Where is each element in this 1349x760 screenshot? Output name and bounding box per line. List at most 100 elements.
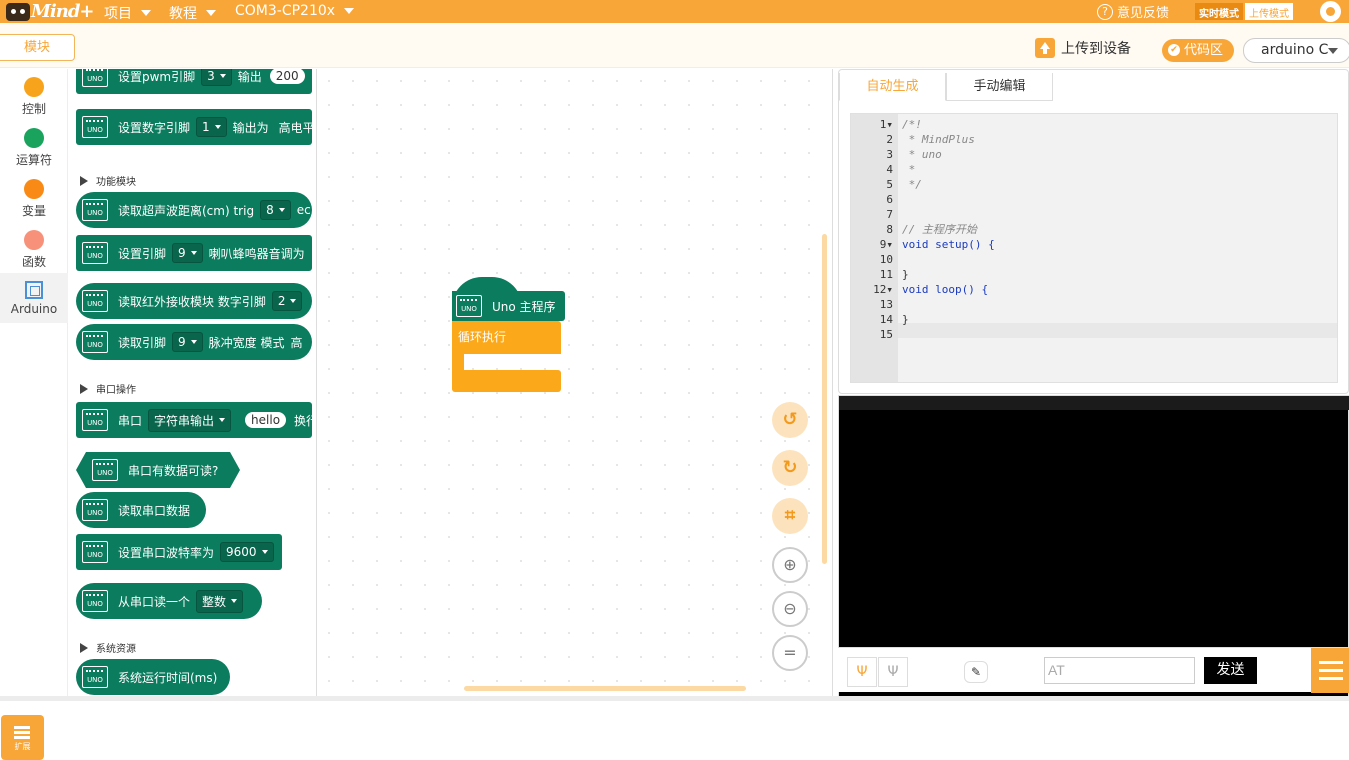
menu-list-icon[interactable] — [1311, 648, 1349, 693]
pin-value: 3 — [207, 69, 215, 83]
pin-dropdown[interactable]: 3 — [201, 69, 232, 86]
section-label: 功能模块 — [96, 177, 136, 188]
block-label: 设置pwm引脚 — [118, 69, 196, 84]
block-set-baud[interactable]: UNO 设置串口波特率为 9600 — [76, 534, 282, 570]
type-dropdown[interactable]: 整数 — [196, 589, 244, 613]
feedback-link[interactable]: ? 意见反馈 — [1097, 2, 1169, 21]
mode-value[interactable]: 高 — [290, 334, 302, 351]
category-variables[interactable]: 变量 — [0, 171, 68, 221]
block-buzzer[interactable]: UNO 设置引脚 9 喇叭蜂鸣器音调为 — [76, 235, 312, 271]
pin-dropdown[interactable]: 9 — [172, 332, 203, 352]
value-input[interactable]: hello — [245, 412, 287, 428]
block-pulse-width[interactable]: UNO 读取引脚 9 脉冲宽度 模式 高 — [76, 324, 312, 360]
caret-icon — [190, 340, 197, 344]
block-label: 串口有数据可读? — [128, 463, 219, 478]
caret-icon — [219, 418, 226, 422]
block-label: 系统运行时间(ms) — [118, 670, 218, 685]
workspace-horizontal-scrollbar[interactable] — [464, 686, 746, 691]
block-serial-available[interactable]: UNO 串口有数据可读? — [76, 452, 240, 488]
category-sidebar: 控制 运算符 变量 函数 Arduino 扩展 — [0, 69, 68, 760]
gear-icon[interactable] — [1320, 1, 1341, 22]
block-label: 脉冲宽度 模式 — [208, 335, 285, 350]
block-uptime[interactable]: UNO 系统运行时间(ms) — [76, 659, 230, 695]
block-label: 读取引脚 — [118, 335, 167, 350]
active-line-highlight — [898, 323, 1337, 338]
menu-port-label: COM3-CP210x — [235, 3, 336, 19]
code-zone-toggle[interactable]: 代码区 — [1162, 39, 1234, 62]
menu-project[interactable]: 项目 — [104, 3, 151, 23]
line-number: 9▾ — [879, 238, 893, 251]
block-ultrasonic[interactable]: UNO 读取超声波距离(cm) trig 8 ec — [76, 192, 312, 228]
tab-auto-generate[interactable]: 自动生成 — [839, 73, 946, 101]
serial-input[interactable]: AT — [1044, 657, 1195, 684]
menu-project-label: 项目 — [104, 6, 132, 22]
line-number: 5 — [886, 178, 893, 191]
block-serial-read-one[interactable]: UNO 从串口读一个 整数 — [76, 583, 262, 619]
block-set-digital[interactable]: UNO 设置数字引脚 1 输出为 高电平 — [76, 109, 315, 145]
mode-dropdown[interactable]: 字符串输出 — [148, 408, 232, 432]
feedback-label: 意见反馈 — [1117, 6, 1170, 21]
top-bar: Mind+ 项目 教程 COM3-CP210x ? 意见反馈 实时模式 上传模式 — [0, 0, 1349, 23]
category-functions[interactable]: 函数 — [0, 222, 68, 272]
workspace-vertical-scrollbar[interactable] — [822, 234, 827, 564]
extension-button[interactable]: 扩展 — [1, 715, 44, 760]
main-program-block[interactable]: UNO Uno 主程序 — [452, 277, 565, 321]
level-value[interactable]: 高电平 — [279, 119, 315, 136]
block-label: 设置数字引脚 — [118, 120, 191, 135]
zoom-reset-icon[interactable]: = — [772, 635, 808, 671]
loop-label: 循环执行 — [458, 330, 507, 344]
section-system[interactable]: 系统资源 — [80, 640, 136, 655]
menu-port[interactable]: COM3-CP210x — [235, 3, 355, 19]
chevron-down-icon — [1328, 48, 1338, 54]
baud-dropdown[interactable]: 9600 — [220, 542, 274, 562]
pin-dropdown[interactable]: 9 — [172, 243, 203, 263]
usb-disconnect-icon[interactable]: Ψ — [878, 657, 908, 687]
clear-output-icon[interactable]: ✎ — [964, 661, 988, 683]
zoom-out-icon[interactable]: ⊖ — [772, 591, 808, 627]
block-label: 设置引脚 — [118, 246, 167, 261]
expand-triangle-icon — [80, 642, 88, 653]
uno-board-icon: UNO — [82, 116, 108, 138]
category-control[interactable]: 控制 — [0, 69, 68, 119]
tab-modules[interactable]: 模块 — [0, 34, 75, 61]
loop-block[interactable]: 循环执行 — [452, 321, 561, 393]
category-dot-icon — [24, 77, 44, 97]
send-button[interactable]: 发送 — [1204, 657, 1257, 684]
block-label: 设置串口波特率为 — [118, 545, 215, 560]
block-serial-read[interactable]: UNO 读取串口数据 — [76, 492, 206, 528]
value-input[interactable]: 200 — [269, 69, 305, 84]
section-function-modules[interactable]: 功能模块 — [80, 173, 136, 188]
upload-button[interactable]: 上传到设备 — [1035, 38, 1131, 58]
code-editor[interactable]: 1▾ /*! 2 * MindPlus 3 * uno 4 * 5 */ 6 7 8 // … — [850, 113, 1338, 383]
usb-connect-icon[interactable]: Ψ — [847, 657, 877, 687]
category-arduino[interactable]: Arduino — [0, 273, 68, 323]
mode-upload-button[interactable]: 上传模式 — [1245, 3, 1293, 20]
line-number: 12▾ — [873, 283, 893, 296]
block-ir-receiver[interactable]: UNO 读取红外接收模块 数字引脚 2 — [76, 283, 312, 319]
uno-board-icon: UNO — [82, 541, 108, 563]
tab-manual-edit[interactable]: 手动编辑 — [946, 73, 1053, 101]
serial-header-strip — [839, 396, 1349, 410]
zoom-in-icon[interactable]: ⊕ — [772, 547, 808, 583]
block-set-pwm[interactable]: UNO 设置pwm引脚 3 输出 200 — [76, 69, 312, 94]
upload-label: 上传到设备 — [1061, 41, 1131, 57]
pin-dropdown[interactable]: 1 — [196, 117, 227, 137]
section-serial[interactable]: 串口操作 — [80, 381, 136, 396]
pin-value: 1 — [202, 120, 210, 134]
pin-dropdown[interactable]: 2 — [271, 291, 303, 311]
uno-board-icon: UNO — [82, 331, 108, 353]
block-serial-output[interactable]: UNO 串口 字符串输出 hello 换行 — [76, 402, 316, 438]
category-operators[interactable]: 运算符 — [0, 120, 68, 170]
page-horizontal-scrollbar[interactable] — [0, 696, 1349, 701]
mode-switch[interactable]: 实时模式 上传模式 — [1195, 3, 1293, 20]
pin-dropdown[interactable]: 8 — [260, 200, 291, 220]
workspace-canvas[interactable]: UNO Uno 主程序 循环执行 ↺ ↻ ⌗ ⊕ ⊖ = — [317, 69, 833, 696]
mode-realtime-button[interactable]: 实时模式 — [1195, 3, 1243, 20]
menu-tutorial[interactable]: 教程 — [169, 3, 216, 23]
board-select[interactable]: arduino C — [1243, 38, 1349, 63]
crop-icon[interactable]: ⌗ — [772, 498, 808, 534]
redo-icon[interactable]: ↻ — [772, 450, 808, 486]
app-logo: Mind+ — [6, 1, 95, 22]
line-number: 4 — [886, 163, 893, 176]
undo-icon[interactable]: ↺ — [772, 402, 808, 438]
